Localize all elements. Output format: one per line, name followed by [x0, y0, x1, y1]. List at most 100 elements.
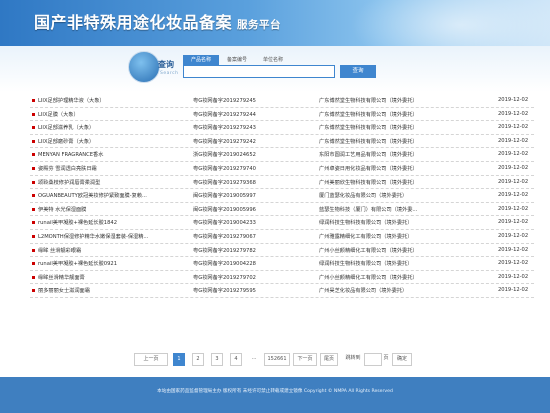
record-date: 2019-12-02 — [498, 273, 529, 280]
record-number: 粤G妆网备字2019279740 — [193, 165, 256, 172]
record-number: 粤G妆网备字2019004228 — [193, 261, 256, 268]
record-number: 粤G妆网备字2019279067 — [193, 233, 256, 240]
product-name-link[interactable]: LIIX足部护理精华液（大象） — [38, 97, 186, 104]
bullet-icon — [32, 262, 35, 266]
table-row[interactable]: LIIX足部护理精华液（大象） 粤G妆网备字2019279245 广东博然堂生物科技… — [30, 94, 534, 108]
table-row[interactable]: LIIX足膜（大象） 粤G妆网备字2019279244 广东博然堂生物科技有限公司（… — [30, 108, 534, 122]
product-name-link[interactable]: LIIX足膜（大象） — [38, 111, 186, 118]
record-date: 2019-12-02 — [498, 151, 529, 158]
record-date: 2019-12-02 — [498, 192, 529, 199]
record-date: 2019-12-02 — [498, 260, 529, 267]
footer: 本站由国家药品监督管理局主办 版权所有 未经许可禁止转载或建立镜像 Copyri… — [0, 377, 550, 413]
product-name-link[interactable]: MENYAN FRAGRANCE香水 — [38, 151, 186, 158]
table-row[interactable]: 伊美特 水光保湿面膜 闽G妆网备字2019005996 蓝瑟生物科技（厦门）有限公司… — [30, 203, 534, 217]
record-number: 粤G妆网备字2019279702 — [193, 274, 256, 281]
title-subtitle: 服务平台 — [237, 19, 282, 31]
last-page-button[interactable]: 尾页 — [320, 353, 338, 366]
record-date: 2019-12-02 — [498, 232, 529, 239]
next-page-button[interactable]: 下一页 — [293, 353, 317, 366]
search-button[interactable]: 查询 — [340, 65, 376, 78]
bullet-icon — [32, 126, 35, 130]
product-name-link[interactable]: 缘眸 丝滑靓彩眼霜 — [38, 247, 186, 254]
page-ellipsis: ... — [251, 355, 257, 361]
company-name: 广州小丝颜精细化工有限公司（境外委托） — [319, 247, 418, 254]
record-date: 2019-12-02 — [498, 178, 529, 185]
product-name-link[interactable]: 颂聆桑枝修护润唇膏柔润型 — [38, 179, 186, 186]
bullet-icon — [32, 139, 35, 143]
search-logo-subtext: Search — [160, 71, 179, 76]
record-date: 2019-12-02 — [498, 110, 529, 117]
record-number: 粤G妆网备字2019279242 — [193, 138, 256, 145]
table-row[interactable]: runail美甲凝胶+裸色延长胶0921 粤G妆网备字2019004228 绿润科技… — [30, 257, 534, 271]
product-name-link[interactable]: 姿殿芬 雪润透白亮肤日霜 — [38, 165, 186, 172]
bullet-icon — [32, 234, 35, 238]
product-name-link[interactable]: runail美甲凝胶+裸色延长胶0921 — [38, 260, 186, 267]
company-name: 广州卓姿日用化妆品有限公司（境外委托） — [319, 165, 418, 172]
table-row[interactable]: L2MONTH保湿修护精华水嫩保湿套装-保湿精... 粤G妆网备字20192790… — [30, 230, 534, 244]
company-name: 广东博然堂生物科技有限公司（境外委托） — [319, 111, 418, 118]
results-list: LIIX足部护理精华液（大象） 粤G妆网备字2019279245 广东博然堂生物科技… — [30, 94, 534, 298]
page-title: 国产非特殊用途化妆品备案 服务平台 — [34, 9, 281, 33]
company-name: 蓝瑟生物科技（厦门）有限公司（境外委... — [319, 206, 418, 213]
product-name-link[interactable]: 伊美特 水光保湿面膜 — [38, 206, 186, 213]
bullet-icon — [32, 153, 35, 157]
page-last-number[interactable]: 152661 — [264, 353, 290, 366]
footer-text: 本站由国家药品监督管理局主办 版权所有 未经许可禁止转载或建立镜像 Copyri… — [157, 389, 393, 394]
record-date: 2019-12-02 — [498, 164, 529, 171]
company-name: 广东博然堂生物科技有限公司（境外委托） — [319, 138, 418, 145]
page-4[interactable]: 4 — [230, 353, 242, 366]
product-name-link[interactable]: L2MONTH保湿修护精华水嫩保湿套装-保湿精... — [38, 233, 186, 240]
table-row[interactable]: 缘眸 丝滑靓彩眼霜 粤G妆网备字2019279782 广州小丝颜精细化工有限公司（境… — [30, 244, 534, 258]
record-number: 闽G妆网备字2019005997 — [193, 193, 256, 200]
search-logo-icon — [128, 51, 160, 83]
record-number: 粤G妆网备字2019279368 — [193, 179, 256, 186]
page-2[interactable]: 2 — [192, 353, 204, 366]
page-1[interactable]: 1 — [173, 353, 185, 366]
table-row[interactable]: 姿殿芬 雪润透白亮肤日霜 粤G妆网备字2019279740 广州卓姿日用化妆品有限公… — [30, 162, 534, 176]
table-row[interactable]: OGUANBEAUTY欧冠美妆修护紧致面膜-复赖... 闽G妆网备字2019005… — [30, 189, 534, 203]
jump-label: 跳转到 — [345, 355, 361, 361]
jump-confirm-button[interactable]: 确定 — [392, 353, 412, 366]
search-logo-text: 查询 — [158, 59, 174, 69]
product-name-link[interactable]: runail美甲凝胶+裸色延长胶1842 — [38, 219, 186, 226]
pagination: 上一页 1 2 3 4 ... 152661 下一页 尾页 跳转到 页 确定 — [0, 353, 550, 367]
tab-record-number[interactable]: 备案编号 — [219, 55, 255, 65]
bullet-icon — [32, 99, 35, 102]
table-row[interactable]: 丽多丽丽女士滋润面霜 粤G妆网备字2019279595 广州昊芝化妆品有限公司（境外… — [30, 284, 534, 298]
page-3[interactable]: 3 — [211, 353, 223, 366]
record-number: 浙G妆网备字2019024652 — [193, 152, 256, 159]
record-date: 2019-12-02 — [498, 124, 529, 131]
product-name-link[interactable]: LIIX足部磨砂膏（大象） — [38, 138, 186, 145]
bullet-icon — [32, 112, 35, 116]
search-input[interactable] — [183, 65, 335, 78]
product-name-link[interactable]: 丽多丽丽女士滋润面霜 — [38, 287, 186, 294]
product-name-link[interactable]: 缘眸丝滑精华靓面膏 — [38, 274, 186, 281]
table-row[interactable]: LIIX足部滋养乳（大象） 粤G妆网备字2019279243 广东博然堂生物科技有限… — [30, 121, 534, 135]
jump-page-input[interactable] — [364, 353, 382, 366]
tab-company-name[interactable]: 单位名称 — [255, 55, 291, 65]
prev-page-button[interactable]: 上一页 — [134, 353, 168, 366]
product-name-link[interactable]: LIIX足部滋养乳（大象） — [38, 124, 186, 131]
tab-product-name[interactable]: 产品名称 — [183, 55, 220, 65]
table-row[interactable]: 缘眸丝滑精华靓面膏 粤G妆网备字2019279702 广州小丝颜精细化工有限公司（境… — [30, 271, 534, 285]
search-tabs: 产品名称 备案编号 单位名称 — [183, 55, 291, 65]
record-date: 2019-12-02 — [498, 287, 529, 294]
table-row[interactable]: MENYAN FRAGRANCE香水 浙G妆网备字2019024652 东阳市圆润工… — [30, 148, 534, 162]
table-row[interactable]: runail美甲凝胶+裸色延长胶1842 粤G妆网备字2019004233 绿润科技… — [30, 216, 534, 230]
bullet-icon — [32, 221, 35, 225]
company-name: 广东博然堂生物科技有限公司（境外委托） — [319, 98, 418, 104]
record-date: 2019-12-02 — [498, 97, 529, 103]
bullet-icon — [32, 194, 35, 198]
company-name: 广州雅露精细化工有限公司（境外委托） — [319, 233, 413, 240]
bullet-icon — [32, 248, 35, 252]
table-row[interactable]: LIIX足部磨砂膏（大象） 粤G妆网备字2019279242 广东博然堂生物科技有限… — [30, 135, 534, 149]
company-name: 绿润科技生物科技有限公司（境外委托） — [319, 261, 413, 268]
page-unit-label: 页 — [383, 355, 389, 361]
table-row[interactable]: 颂聆桑枝修护润唇膏柔润型 粤G妆网备字2019279368 广州美丽欣生物科技有限公… — [30, 176, 534, 190]
company-name: 广东博然堂生物科技有限公司（境外委托） — [319, 125, 418, 132]
record-number: 粤G妆网备字2019279245 — [193, 98, 256, 104]
record-number: 粤G妆网备字2019279595 — [193, 288, 256, 295]
product-name-link[interactable]: OGUANBEAUTY欧冠美妆修护紧致面膜-复赖... — [38, 192, 186, 199]
bullet-icon — [32, 207, 35, 211]
company-name: 广州小丝颜精细化工有限公司（境外委托） — [319, 274, 418, 281]
